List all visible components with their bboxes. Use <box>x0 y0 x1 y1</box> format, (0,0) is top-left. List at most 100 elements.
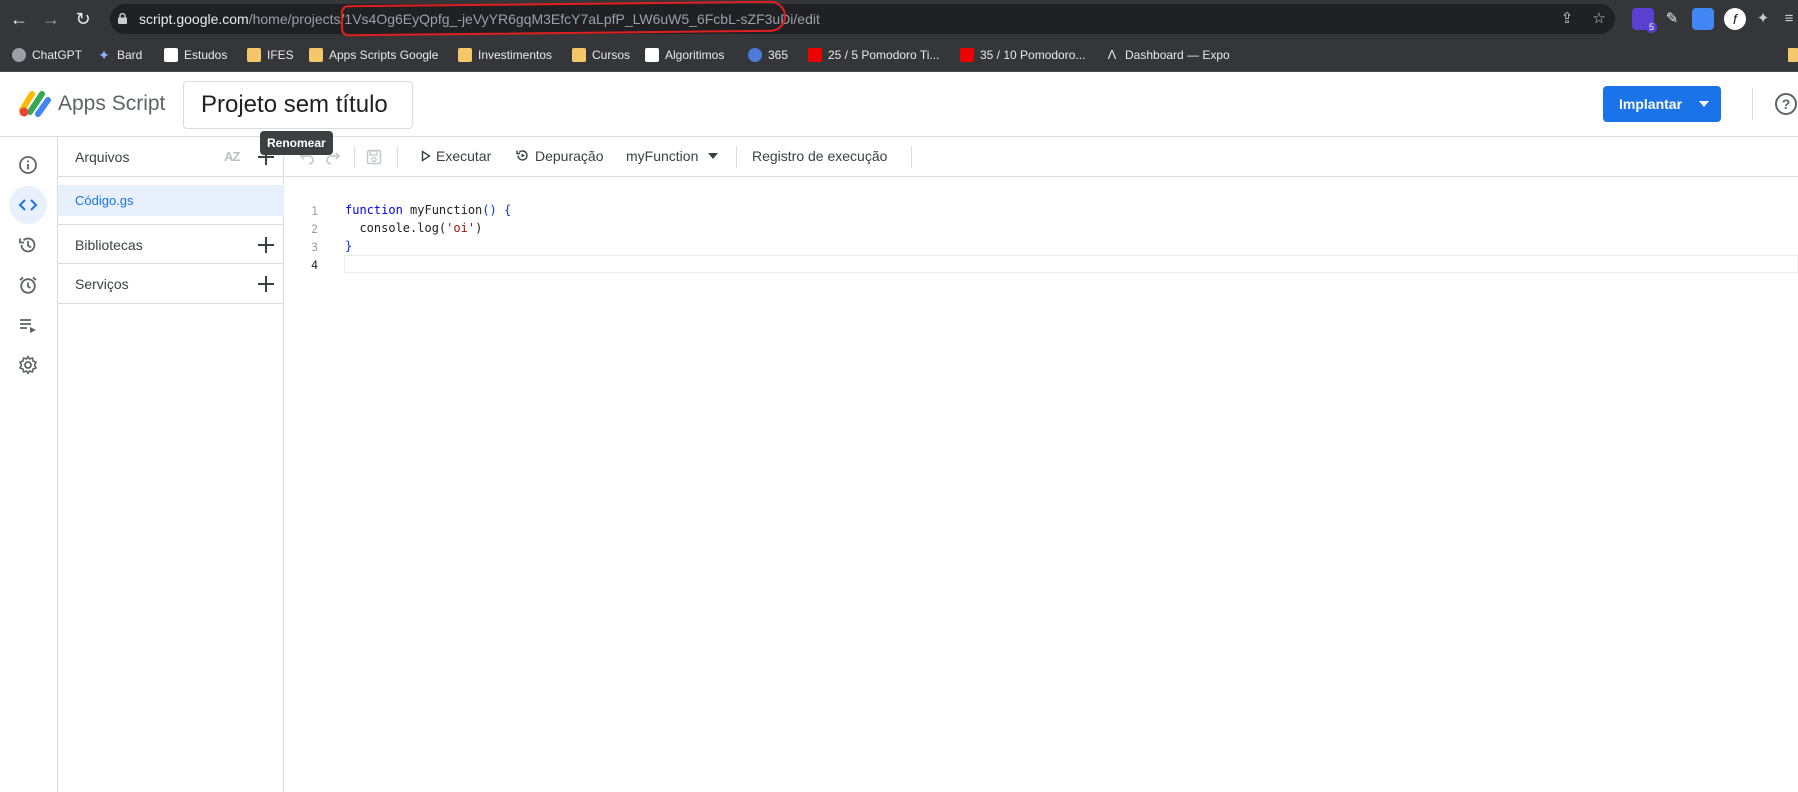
add-library-icon[interactable] <box>258 237 274 253</box>
reload-icon[interactable]: ↻ <box>72 8 94 30</box>
code-string: 'oi' <box>446 221 476 235</box>
toolbar-divider <box>736 146 737 168</box>
overview-button[interactable] <box>9 146 47 184</box>
code-keyword: function <box>345 203 403 217</box>
libraries-title: Bibliotecas <box>75 237 143 253</box>
caret-down-icon <box>708 153 719 159</box>
toolbar-divider <box>911 146 912 168</box>
extensions-puzzle-icon[interactable]: ✦ <box>1754 10 1772 28</box>
debug-button[interactable]: Depuração <box>515 148 604 164</box>
bookmark-label: Dashboard — Expo <box>1125 48 1230 62</box>
app-brand: Apps Script <box>58 92 166 115</box>
translate-icon[interactable] <box>1692 8 1714 30</box>
run-label: Executar <box>436 148 492 164</box>
folder-icon[interactable] <box>1788 48 1798 62</box>
bookmark-ifes[interactable]: IFES <box>247 46 294 64</box>
add-service-icon[interactable] <box>258 276 274 292</box>
expo-icon: Λ <box>1107 47 1117 62</box>
bookmark-pomodoro-25[interactable]: 25 / 5 Pomodoro Ti... <box>808 46 939 64</box>
history-icon <box>19 237 36 253</box>
code-brace: } <box>345 239 353 253</box>
toolbar-divider <box>354 146 355 168</box>
line-number: 1 <box>311 204 318 218</box>
forward-icon[interactable]: → <box>40 8 62 30</box>
toolbar-divider <box>397 146 398 168</box>
play-icon <box>421 150 431 162</box>
executions-button[interactable] <box>9 306 47 344</box>
bookmark-365[interactable]: 365 <box>748 46 788 64</box>
run-button[interactable]: Executar <box>421 148 491 164</box>
services-title: Serviços <box>75 276 129 292</box>
bookmark-label: 25 / 5 Pomodoro Ti... <box>828 48 940 62</box>
share-icon[interactable]: ⇪ <box>1558 10 1576 28</box>
menu-icon[interactable]: ≡ <box>1780 10 1798 28</box>
editor-button[interactable] <box>9 186 47 224</box>
bookmark-cursos[interactable]: Cursos <box>572 46 630 64</box>
folder-icon <box>247 48 261 62</box>
triggers-history-button[interactable] <box>9 226 47 264</box>
code-close: ) <box>475 221 483 235</box>
bookmark-estudos[interactable]: Estudos <box>164 46 227 64</box>
bookmark-pomodoro-35[interactable]: 35 / 10 Pomodoro... <box>960 46 1085 64</box>
execution-log-button[interactable]: Registro de execução <box>752 148 887 164</box>
bookmark-investimentos[interactable]: Investimentos <box>458 46 552 64</box>
execution-log-label: Registro de execução <box>752 148 888 164</box>
lock-icon <box>118 13 127 24</box>
bookmark-label: 35 / 10 Pomodoro... <box>980 48 1086 62</box>
services-section: Serviços <box>58 264 284 304</box>
line-number: 4 <box>311 258 318 272</box>
bookmark-chatgpt[interactable]: ChatGPT <box>12 46 82 64</box>
bookmarks-bar: ChatGPT ✦ Bard Estudos IFES Apps Scripts… <box>0 38 1798 72</box>
help-icon[interactable]: ? <box>1775 93 1797 115</box>
app-header: Apps Script Projeto sem título Implantar… <box>0 72 1798 137</box>
bookmark-label: Bard <box>117 48 143 62</box>
libraries-section: Bibliotecas <box>58 224 284 264</box>
url-host: script.google.com <box>139 11 249 27</box>
settings-button[interactable] <box>9 346 47 384</box>
deploy-button[interactable]: Implantar <box>1603 86 1721 122</box>
debug-label: Depuração <box>535 148 604 164</box>
youtube-icon <box>808 48 822 62</box>
bookmark-bard[interactable]: ✦ Bard <box>97 46 142 64</box>
extension-badge: 5 <box>1646 22 1657 33</box>
code-editor[interactable]: 1 2 3 4 function myFunction() { console.… <box>285 178 1798 792</box>
deploy-label: Implantar <box>1619 96 1683 112</box>
code-line-3: } <box>345 239 352 253</box>
bookmark-label: 365 <box>768 48 789 62</box>
bookmark-algoritimos[interactable]: Algoritimos <box>645 46 724 64</box>
editor-toolbar: Executar Depuração myFunction Registro d… <box>285 137 1798 177</box>
info-icon <box>19 156 37 174</box>
apps-script-logo <box>19 91 51 117</box>
code-line-1: function myFunction() { <box>345 203 511 217</box>
formula-icon[interactable]: f <box>1724 8 1746 30</box>
triggers-button[interactable] <box>9 266 47 304</box>
function-select[interactable]: myFunction <box>626 148 719 164</box>
va-icon <box>645 48 659 62</box>
current-line-highlight <box>344 255 1798 273</box>
bookmark-label: IFES <box>267 48 294 62</box>
project-title[interactable]: Projeto sem título <box>183 81 413 129</box>
file-name: Código.gs <box>75 193 134 208</box>
function-select-value: myFunction <box>626 148 699 164</box>
sort-az-icon[interactable]: AZ <box>224 149 240 164</box>
files-section: Arquivos AZ <box>58 137 284 177</box>
code-call: console.log( <box>345 221 447 235</box>
caret-down-icon <box>1699 101 1709 107</box>
back-icon[interactable]: ← <box>8 8 30 30</box>
bookmark-expo[interactable]: Λ Dashboard — Expo <box>1105 46 1230 64</box>
bookmark-apps-scripts-google[interactable]: Apps Scripts Google <box>309 46 438 64</box>
extension-icon[interactable]: 5 <box>1632 8 1657 33</box>
youtube-icon <box>960 48 974 62</box>
file-item-codigo[interactable]: Código.gs <box>58 185 284 216</box>
code-identifier: myFunction <box>402 203 483 217</box>
bookmark-label: Algoritimos <box>665 48 725 62</box>
folder-icon <box>309 48 323 62</box>
line-number: 3 <box>311 240 318 254</box>
save-icon[interactable] <box>366 149 382 165</box>
files-panel: Arquivos AZ Código.gs Bibliotecas Serviç… <box>58 137 284 792</box>
eyedropper-icon[interactable]: ✎ <box>1661 8 1683 30</box>
bookmark-star-icon[interactable]: ☆ <box>1590 10 1608 28</box>
code-line-2: console.log('oi') <box>345 221 482 235</box>
folder-icon <box>572 48 586 62</box>
code-icon <box>18 199 38 211</box>
